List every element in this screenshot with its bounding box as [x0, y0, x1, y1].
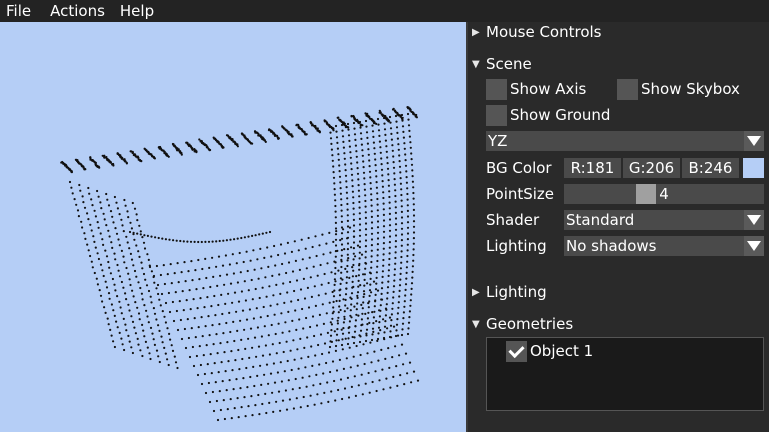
- show-axis-checkbox[interactable]: Show Axis: [486, 78, 586, 100]
- 3d-viewport[interactable]: [0, 22, 466, 432]
- bg-red-field[interactable]: R:181: [564, 158, 621, 178]
- bg-green-field[interactable]: G:206: [623, 158, 680, 178]
- list-item[interactable]: Object 1: [506, 340, 593, 362]
- section-scene[interactable]: ▼ Scene: [472, 54, 532, 74]
- section-scene-label: Scene: [486, 55, 532, 73]
- slider-handle[interactable]: [636, 184, 656, 204]
- checkbox-box[interactable]: [486, 78, 507, 100]
- section-mouse-controls[interactable]: ▶ Mouse Controls: [472, 22, 601, 42]
- expanded-arrow-icon: ▼: [472, 318, 480, 330]
- show-ground-checkbox[interactable]: Show Ground: [486, 104, 610, 126]
- lighting-label: Lighting: [486, 237, 547, 255]
- bg-color-swatch[interactable]: [743, 158, 764, 178]
- section-lighting-label: Lighting: [486, 283, 547, 301]
- section-geometries[interactable]: ▼ Geometries: [472, 314, 573, 334]
- show-skybox-checkbox[interactable]: Show Skybox: [617, 78, 740, 100]
- menu-actions[interactable]: Actions: [44, 0, 114, 22]
- lighting-dropdown[interactable]: No shadows: [564, 236, 764, 256]
- point-cloud: [60, 106, 420, 422]
- show-axis-label: Show Axis: [510, 80, 587, 98]
- bg-color-label: BG Color: [486, 159, 552, 177]
- section-lighting[interactable]: ▶ Lighting: [472, 282, 547, 302]
- dropdown-arrow-icon[interactable]: [744, 236, 764, 256]
- menu-file[interactable]: File: [0, 0, 44, 22]
- geometry-label: Object 1: [530, 342, 594, 360]
- bg-blue-field[interactable]: B:246: [682, 158, 739, 178]
- dropdown-arrow-icon[interactable]: [744, 131, 764, 151]
- section-geometries-label: Geometries: [486, 315, 574, 333]
- checkbox-box[interactable]: [486, 104, 507, 126]
- menu-bar: File Actions Help: [0, 0, 769, 22]
- checkbox-box[interactable]: [617, 78, 638, 100]
- show-ground-label: Show Ground: [510, 106, 611, 124]
- lighting-value: No shadows: [566, 237, 657, 255]
- view-plane-value: YZ: [488, 132, 508, 150]
- expanded-arrow-icon: ▼: [472, 58, 480, 70]
- point-size-slider[interactable]: 4: [564, 184, 764, 204]
- show-skybox-label: Show Skybox: [641, 80, 740, 98]
- point-size-label: PointSize: [486, 185, 555, 203]
- collapsed-arrow-icon: ▶: [472, 286, 480, 298]
- dropdown-arrow-icon[interactable]: [744, 210, 764, 230]
- view-plane-dropdown[interactable]: YZ: [486, 131, 764, 151]
- geometries-list[interactable]: Object 1: [486, 337, 764, 411]
- checkbox-checked-icon[interactable]: [506, 340, 527, 362]
- point-size-value: 4: [659, 185, 669, 203]
- shader-dropdown[interactable]: Standard: [564, 210, 764, 230]
- settings-panel: ▶ Mouse Controls ▼ Scene Show Axis Show …: [466, 22, 769, 432]
- shader-value: Standard: [566, 211, 635, 229]
- shader-label: Shader: [486, 211, 540, 229]
- menu-help[interactable]: Help: [114, 0, 163, 22]
- collapsed-arrow-icon: ▶: [472, 26, 480, 38]
- section-mouse-controls-label: Mouse Controls: [486, 23, 602, 41]
